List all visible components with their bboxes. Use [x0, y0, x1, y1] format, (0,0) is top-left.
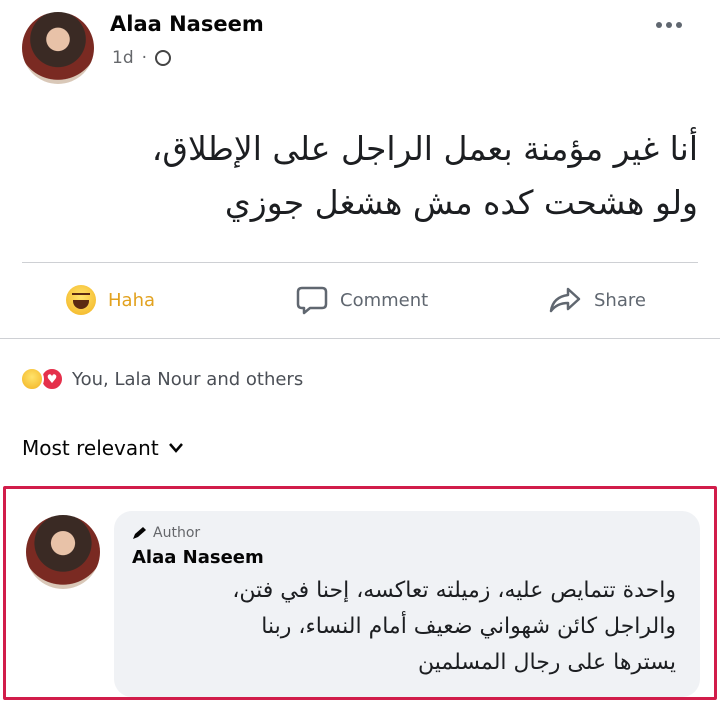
- post-meta: 1d ·: [112, 48, 172, 68]
- reactions-summary[interactable]: ♥ You, Lala Nour and others: [20, 367, 303, 391]
- post-text: أنا غير مؤمنة بعمل الراجل على الإطلاق، و…: [38, 122, 698, 230]
- haha-reaction-button[interactable]: Haha: [66, 285, 155, 315]
- comment-button[interactable]: Comment: [296, 285, 428, 315]
- author-badge-label: Author: [153, 525, 201, 541]
- reactions-summary-text: You, Lala Nour and others: [72, 368, 304, 390]
- chevron-down-icon: [168, 443, 183, 453]
- sort-label: Most relevant: [22, 436, 159, 460]
- comment-author-avatar[interactable]: [26, 515, 100, 589]
- post-time[interactable]: 1d: [112, 48, 134, 68]
- highlighted-comment: Author Alaa Naseem واحدة تتمايص عليه، زم…: [3, 486, 717, 700]
- comment-label: Comment: [340, 289, 429, 311]
- divider: [22, 262, 698, 263]
- haha-label: Haha: [108, 289, 156, 311]
- post-author-name[interactable]: Alaa Naseem: [110, 12, 264, 36]
- post-text-line: ولو هشحت كده مش هشغل جوزي: [224, 183, 698, 222]
- reaction-icons: ♥: [20, 367, 64, 391]
- comment-text-line: واحدة تتمايص عليه، زميلته تعاكسه، إحنا ف…: [232, 578, 676, 603]
- comment-text: واحدة تتمايص عليه، زميلته تعاكسه، إحنا ف…: [116, 573, 676, 681]
- dot-icon: [676, 22, 682, 28]
- comment-text-line: والراجل كائن شهواني ضعيف أمام النساء، رب…: [261, 614, 676, 639]
- dot-icon: [656, 22, 662, 28]
- more-options-button[interactable]: [656, 22, 682, 28]
- comment-sort-dropdown[interactable]: Most relevant: [22, 436, 183, 460]
- pencil-icon: [133, 527, 146, 539]
- haha-icon: [66, 285, 96, 315]
- haha-icon: [20, 367, 44, 391]
- globe-icon: [155, 50, 172, 66]
- comment-bubble: Author Alaa Naseem واحدة تتمايص عليه، زم…: [114, 511, 700, 697]
- author-badge: Author: [132, 525, 200, 541]
- post-author-avatar[interactable]: [22, 12, 94, 84]
- comment-text-line: يسترها على رجال المسلمين: [417, 650, 676, 675]
- share-label: Share: [594, 289, 646, 311]
- dot-icon: [666, 22, 672, 28]
- meta-separator: ·: [141, 48, 148, 68]
- comment-author-name[interactable]: Alaa Naseem: [132, 547, 264, 568]
- share-button[interactable]: Share: [548, 285, 646, 315]
- share-icon: [549, 287, 581, 313]
- divider: [0, 338, 720, 339]
- comment-icon: [296, 286, 328, 315]
- post-text-line: أنا غير مؤمنة بعمل الراجل على الإطلاق،: [151, 129, 698, 168]
